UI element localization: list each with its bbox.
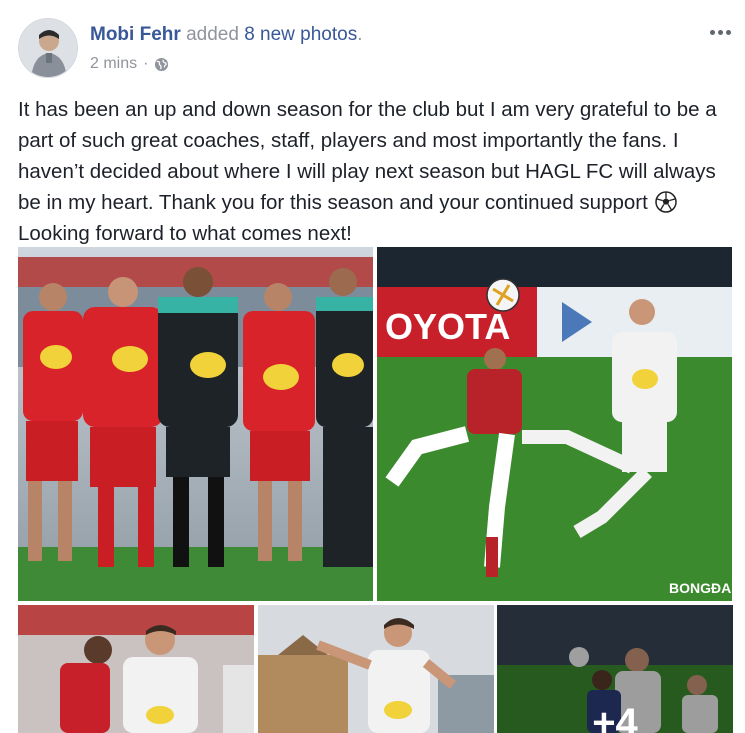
soccer-ball-icon [654, 191, 677, 213]
avatar[interactable] [18, 18, 78, 78]
timestamp[interactable]: 2 mins [90, 54, 137, 74]
meta-separator: · [143, 55, 149, 72]
more-photos-count: +4 [592, 701, 638, 733]
feed-post: Mobi Fehr added 8 new photos. 2 mins · I… [0, 0, 745, 733]
match-action-photo[interactable]: OYOTA BONGĐA [377, 247, 732, 601]
player-photo[interactable] [18, 605, 254, 733]
post-message: It has been an up and down season for th… [18, 94, 733, 249]
more-options-icon[interactable] [705, 20, 735, 44]
post-message-text-end: Looking forward to what comes next! [18, 222, 352, 245]
photo-count-link[interactable]: 8 new photos [244, 24, 357, 45]
author-name[interactable]: Mobi Fehr [90, 24, 181, 45]
banner-text: OYOTA [385, 306, 510, 347]
author-line: Mobi Fehr added 8 new photos. [90, 24, 363, 45]
watermark-text: BONGĐA [669, 580, 731, 596]
team-group-photo[interactable] [18, 247, 373, 601]
more-photos-overlay[interactable]: +4 [497, 605, 733, 733]
match-photo[interactable]: +4 [497, 605, 733, 733]
player-celebration-photo[interactable] [258, 605, 494, 733]
globe-icon[interactable] [154, 57, 169, 72]
post-header: Mobi Fehr added 8 new photos. 2 mins · [18, 18, 735, 80]
post-message-text: It has been an up and down season for th… [18, 98, 717, 214]
post-action: added [186, 24, 239, 45]
post-meta: 2 mins · [90, 54, 169, 74]
